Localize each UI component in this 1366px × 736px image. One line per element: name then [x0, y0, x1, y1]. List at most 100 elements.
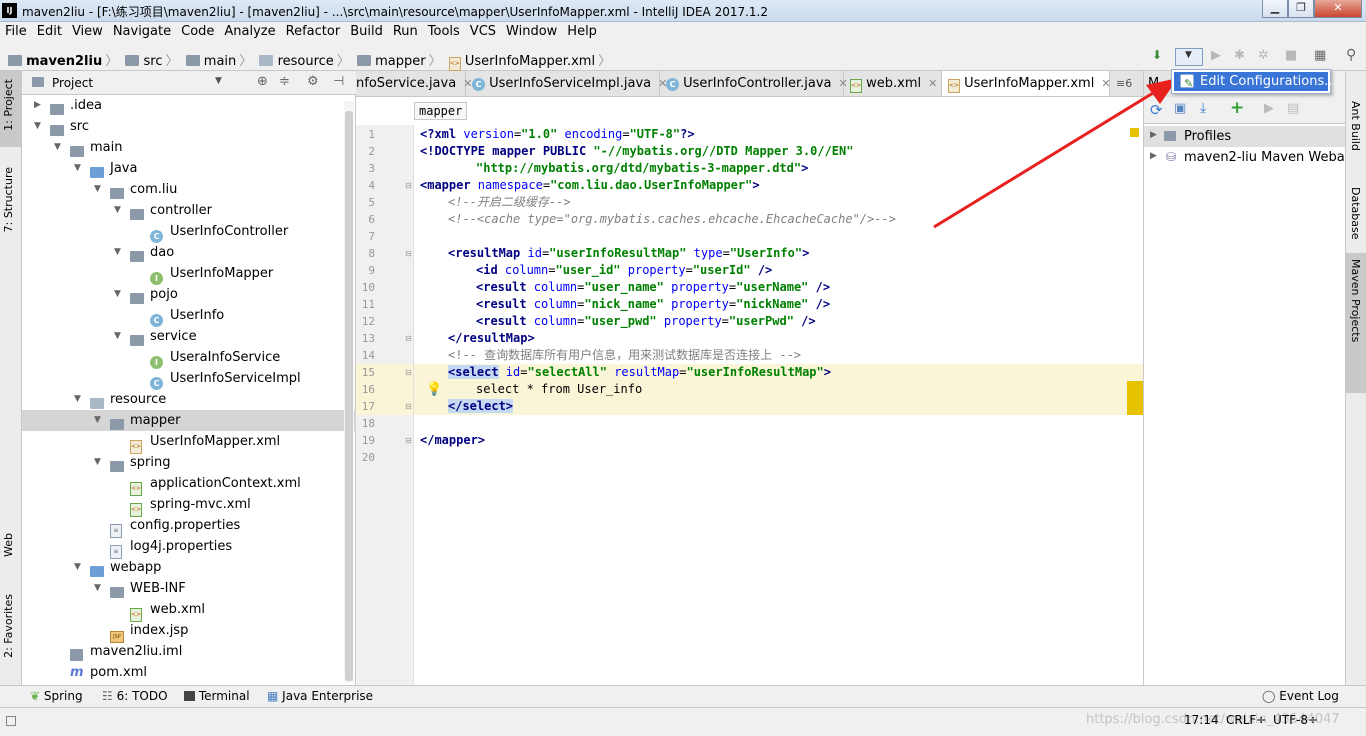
- menu-window[interactable]: Window: [501, 22, 562, 39]
- tree-item[interactable]: <> applicationContext.xml: [22, 473, 356, 496]
- stop-icon[interactable]: ■: [1285, 48, 1297, 63]
- chevron-down-icon[interactable]: ▼: [114, 200, 121, 221]
- menu-tools[interactable]: Tools: [423, 22, 465, 39]
- event-log-tool-tab[interactable]: ◯ Event Log: [1262, 689, 1339, 703]
- intention-bulb-icon[interactable]: 💡: [426, 382, 442, 397]
- tree-item[interactable]: I UserInfoMapper: [22, 263, 356, 285]
- line-separator[interactable]: CRLF÷: [1226, 713, 1266, 727]
- chevron-down-icon[interactable]: ▼: [114, 326, 121, 347]
- chevron-down-icon[interactable]: ▼: [94, 578, 101, 599]
- terminal-tool-tab[interactable]: Terminal: [184, 689, 250, 703]
- build-icon[interactable]: ⬇: [1152, 48, 1162, 62]
- tool-windows-toggle-icon[interactable]: [6, 716, 16, 726]
- project-structure-icon[interactable]: ▦: [1314, 48, 1326, 63]
- execute-goal-icon[interactable]: ▤: [1287, 101, 1299, 116]
- fold-marker-icon[interactable]: ⊟: [405, 334, 412, 343]
- fold-marker-icon[interactable]: ⊟: [405, 249, 412, 258]
- menu-build[interactable]: Build: [345, 22, 388, 39]
- close-window-button[interactable]: ✕: [1314, 0, 1362, 18]
- todo-tool-tab[interactable]: ☷ 6: TODO: [102, 689, 168, 703]
- ant-build-tool-tab[interactable]: Ant Build: [1349, 101, 1362, 151]
- java-enterprise-tool-tab[interactable]: ▦ Java Enterprise: [267, 689, 373, 703]
- chevron-down-icon[interactable]: ▼: [54, 137, 61, 158]
- download-icon[interactable]: ⤓: [1200, 100, 1206, 116]
- fold-marker-icon[interactable]: ⊟: [405, 436, 412, 445]
- tree-item[interactable]: ▼ mapper: [22, 410, 356, 431]
- tab-user-info-service[interactable]: nfoService.java ✕: [356, 71, 472, 96]
- tree-item[interactable]: C UserInfoController: [22, 221, 356, 243]
- warning-stripe[interactable]: [1127, 381, 1143, 415]
- chevron-down-icon[interactable]: ▼: [94, 452, 101, 473]
- tree-item[interactable]: ≡ config.properties: [22, 515, 356, 538]
- menu-help[interactable]: Help: [562, 22, 602, 39]
- tree-item[interactable]: ▼ WEB-INF: [22, 578, 356, 599]
- project-panel-title[interactable]: Project: [52, 76, 93, 90]
- file-encoding[interactable]: UTF-8÷: [1273, 713, 1318, 727]
- cursor-position[interactable]: 17:14: [1184, 713, 1219, 727]
- tree-item[interactable]: ▶ .idea: [22, 95, 356, 116]
- tree-item[interactable]: maven2liu.iml: [22, 641, 356, 662]
- menu-run[interactable]: Run: [388, 22, 423, 39]
- hide-panel-icon[interactable]: ⊣: [333, 74, 344, 89]
- maximize-button[interactable]: ❐: [1288, 0, 1314, 18]
- chevron-down-icon[interactable]: ▼: [34, 116, 41, 137]
- menu-analyze[interactable]: Analyze: [219, 22, 280, 39]
- add-icon[interactable]: +: [1230, 98, 1244, 118]
- project-view-dropdown-icon[interactable]: ▼: [215, 76, 222, 86]
- chevron-down-icon[interactable]: ▼: [114, 242, 121, 263]
- breadcrumb-project[interactable]: maven2liu: [26, 54, 102, 69]
- chevron-right-icon[interactable]: ▶: [34, 95, 41, 116]
- collapse-all-icon[interactable]: ≑: [279, 74, 290, 89]
- chevron-down-icon[interactable]: ▼: [114, 284, 121, 305]
- menu-view[interactable]: View: [67, 22, 108, 39]
- breadcrumb-resource[interactable]: resource: [278, 54, 334, 69]
- tree-item[interactable]: ▼ com.liu: [22, 179, 356, 200]
- menu-file[interactable]: File: [0, 22, 32, 39]
- gear-icon[interactable]: ⚙: [307, 74, 319, 89]
- edit-configurations-item[interactable]: ✎ Edit Configurations...: [1174, 72, 1337, 91]
- tree-item[interactable]: ▼ src: [22, 116, 356, 137]
- tree-item[interactable]: <> spring-mvc.xml: [22, 494, 356, 517]
- tree-item[interactable]: ▼ main: [22, 137, 356, 158]
- chevron-down-icon[interactable]: ▼: [74, 389, 81, 410]
- tree-item[interactable]: ▼ controller: [22, 200, 356, 221]
- tree-item[interactable]: ▼ resource: [22, 389, 356, 410]
- tree-item[interactable]: ≡ log4j.properties: [22, 536, 356, 559]
- run-maven-icon[interactable]: ▶: [1264, 101, 1274, 116]
- breadcrumb-file[interactable]: UserInfoMapper.xml: [465, 54, 595, 69]
- fold-marker-icon[interactable]: ⊟: [405, 368, 412, 377]
- chevron-down-icon[interactable]: ▼: [94, 179, 101, 200]
- tree-item[interactable]: C UserInfoServiceImpl: [22, 368, 356, 390]
- fold-marker-icon[interactable]: ⊟: [405, 181, 412, 190]
- menu-refactor[interactable]: Refactor: [281, 22, 346, 39]
- tab-user-info-service-impl[interactable]: C UserInfoServiceImpl.java ✕: [466, 71, 667, 96]
- menu-vcs[interactable]: VCS: [465, 22, 501, 39]
- tree-item[interactable]: ▼ dao: [22, 242, 356, 263]
- tree-item[interactable]: C UserInfo: [22, 305, 356, 327]
- tree-item[interactable]: ▼ pojo: [22, 284, 356, 305]
- tree-item[interactable]: ▼ webapp: [22, 557, 356, 578]
- spring-tool-tab[interactable]: ❦ Spring: [30, 689, 83, 703]
- locate-icon[interactable]: ⊕: [257, 74, 268, 89]
- tree-item[interactable]: JSP index.jsp: [22, 620, 356, 643]
- run-icon[interactable]: ▶: [1211, 48, 1221, 63]
- tree-item[interactable]: ▼ Java: [22, 158, 356, 179]
- chevron-down-icon[interactable]: ▼: [74, 158, 81, 179]
- maven-projects-tool-tab[interactable]: Maven Projects: [1349, 259, 1362, 342]
- favorites-tool-tab[interactable]: 2: Favorites: [2, 594, 15, 658]
- search-icon[interactable]: ⚲: [1346, 47, 1356, 63]
- menu-code[interactable]: Code: [176, 22, 219, 39]
- tree-item[interactable]: m pom.xml: [22, 662, 356, 683]
- web-tool-tab[interactable]: Web: [2, 533, 15, 557]
- coverage-icon[interactable]: ✲: [1258, 48, 1269, 63]
- breadcrumb-main[interactable]: main: [204, 54, 236, 69]
- debug-icon[interactable]: ✱: [1234, 48, 1245, 63]
- breadcrumb-mapper[interactable]: mapper: [375, 54, 425, 69]
- chevron-down-icon[interactable]: ▼: [74, 557, 81, 578]
- menu-edit[interactable]: Edit: [32, 22, 67, 39]
- tree-item[interactable]: ▼ service: [22, 326, 356, 347]
- structure-tool-tab[interactable]: 7: Structure: [2, 167, 15, 232]
- minimize-button[interactable]: ▁: [1262, 0, 1288, 18]
- menu-navigate[interactable]: Navigate: [108, 22, 176, 39]
- run-config-dropdown[interactable]: ▼: [1175, 48, 1203, 66]
